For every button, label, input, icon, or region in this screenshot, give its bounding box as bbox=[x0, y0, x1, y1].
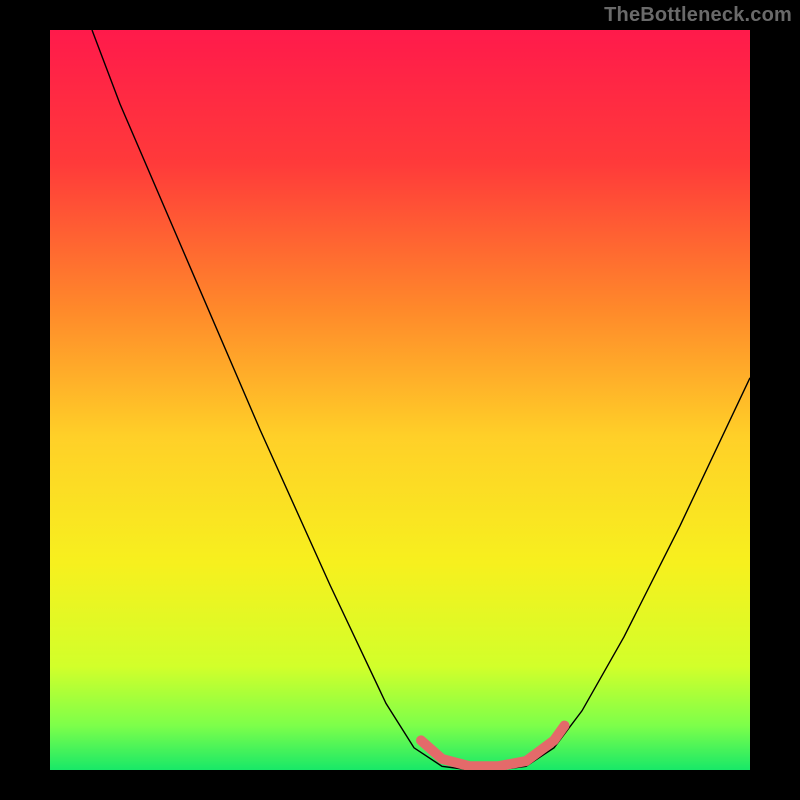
plot-area bbox=[50, 30, 750, 770]
chart-frame: TheBottleneck.com bbox=[0, 0, 800, 800]
attribution-text: TheBottleneck.com bbox=[604, 4, 792, 27]
gradient-background bbox=[50, 30, 750, 770]
chart-svg bbox=[50, 30, 750, 770]
